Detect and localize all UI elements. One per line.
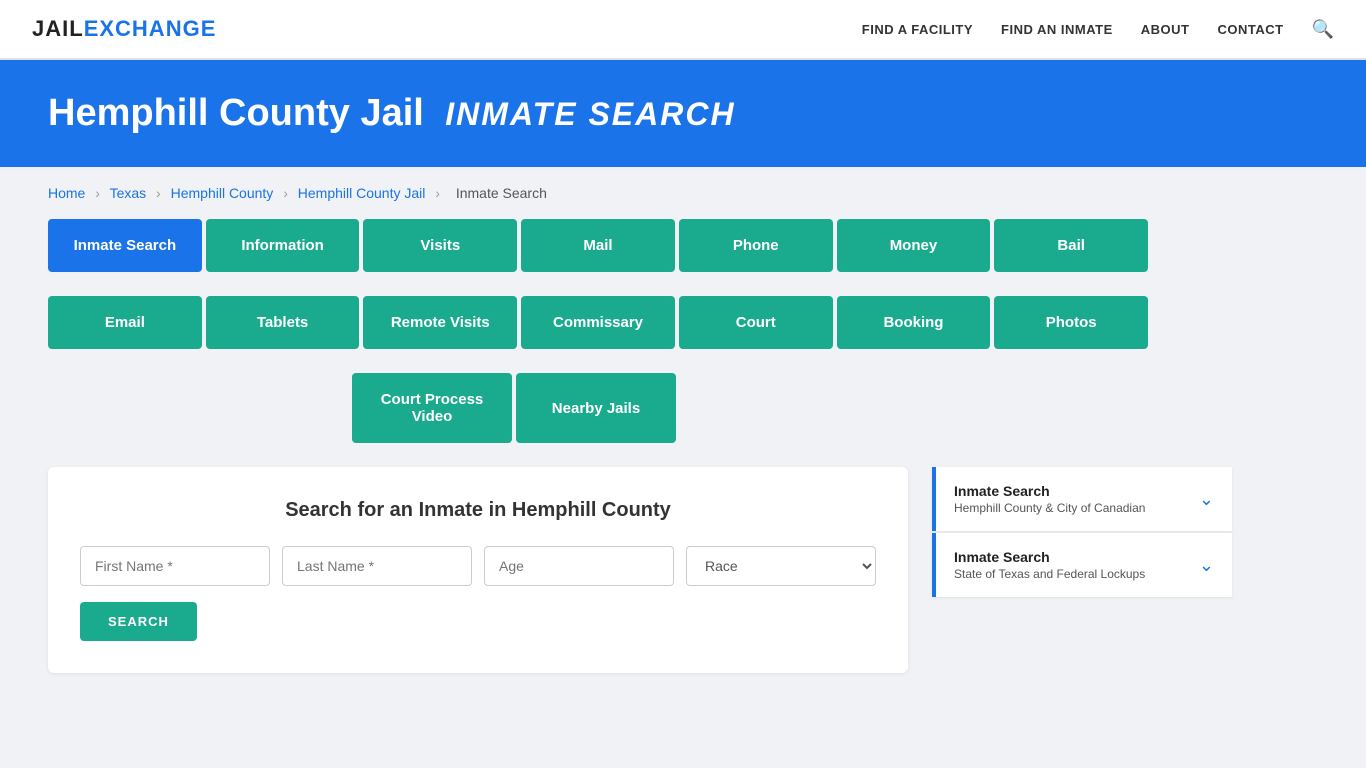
breadcrumb: Home › Texas › Hemphill County › Hemphil… <box>0 167 1366 219</box>
hero-banner: Hemphill County Jail INMATE SEARCH <box>0 60 1366 167</box>
sidebar-item-0[interactable]: Inmate Search Hemphill County & City of … <box>932 467 1232 531</box>
search-fields: RaceWhiteBlackHispanicAsianOther <box>80 546 876 586</box>
hero-title-main: Hemphill County Jail <box>48 92 424 134</box>
inmate-search-box: Search for an Inmate in Hemphill County … <box>48 467 908 673</box>
nav-find-facility[interactable]: FIND A FACILITY <box>862 22 973 37</box>
breadcrumb-hemphill-jail[interactable]: Hemphill County Jail <box>298 185 426 201</box>
tab-mail[interactable]: Mail <box>521 219 675 272</box>
site-logo[interactable]: JAILEXCHANGE <box>32 16 216 42</box>
nav-contact[interactable]: CONTACT <box>1217 22 1283 37</box>
tab-tablets[interactable]: Tablets <box>206 296 360 349</box>
race-select[interactable]: RaceWhiteBlackHispanicAsianOther <box>686 546 876 586</box>
tab-email[interactable]: Email <box>48 296 202 349</box>
tab-commissary[interactable]: Commissary <box>521 296 675 349</box>
page-title: Hemphill County Jail INMATE SEARCH <box>48 92 1318 135</box>
tab-court-process-video[interactable]: Court Process Video <box>352 373 512 443</box>
last-name-input[interactable] <box>282 546 472 586</box>
age-input[interactable] <box>484 546 674 586</box>
tabs-row-2: EmailTabletsRemote VisitsCommissaryCourt… <box>48 296 1148 349</box>
breadcrumb-home[interactable]: Home <box>48 185 85 201</box>
breadcrumb-current: Inmate Search <box>456 185 547 201</box>
tab-phone[interactable]: Phone <box>679 219 833 272</box>
logo-exchange: EXCHANGE <box>84 16 217 41</box>
nav-about[interactable]: ABOUT <box>1141 22 1190 37</box>
content-row: Search for an Inmate in Hemphill County … <box>48 467 1318 673</box>
breadcrumb-hemphill-county[interactable]: Hemphill County <box>171 185 274 201</box>
tab-visits[interactable]: Visits <box>363 219 517 272</box>
main-container: Inmate SearchInformationVisitsMailPhoneM… <box>0 219 1366 713</box>
search-icon[interactable]: 🔍 <box>1312 19 1334 40</box>
tab-booking[interactable]: Booking <box>837 296 991 349</box>
tab-remote-visits[interactable]: Remote Visits <box>363 296 517 349</box>
tab-court[interactable]: Court <box>679 296 833 349</box>
search-heading: Search for an Inmate in Hemphill County <box>80 499 876 522</box>
chevron-down-icon: ⌄ <box>1199 555 1214 576</box>
nav-find-inmate[interactable]: FIND AN INMATE <box>1001 22 1113 37</box>
tabs-row-1: Inmate SearchInformationVisitsMailPhoneM… <box>48 219 1148 272</box>
breadcrumb-texas[interactable]: Texas <box>110 185 147 201</box>
navbar: JAILEXCHANGE FIND A FACILITY FIND AN INM… <box>0 0 1366 60</box>
logo-jail: JAIL <box>32 16 84 41</box>
tab-information[interactable]: Information <box>206 219 360 272</box>
tabs-row-3: Court Process VideoNearby Jails <box>352 373 1318 443</box>
navbar-links: FIND A FACILITY FIND AN INMATE ABOUT CON… <box>862 19 1334 40</box>
sidebar: Inmate Search Hemphill County & City of … <box>932 467 1232 597</box>
tab-inmate-search[interactable]: Inmate Search <box>48 219 202 272</box>
tab-nearby-jails[interactable]: Nearby Jails <box>516 373 676 443</box>
sidebar-item-1[interactable]: Inmate Search State of Texas and Federal… <box>932 533 1232 597</box>
search-button[interactable]: SEARCH <box>80 602 197 641</box>
first-name-input[interactable] <box>80 546 270 586</box>
hero-title-italic: INMATE SEARCH <box>434 96 735 132</box>
tab-money[interactable]: Money <box>837 219 991 272</box>
tab-photos[interactable]: Photos <box>994 296 1148 349</box>
chevron-down-icon: ⌄ <box>1199 489 1214 510</box>
tab-bail[interactable]: Bail <box>994 219 1148 272</box>
